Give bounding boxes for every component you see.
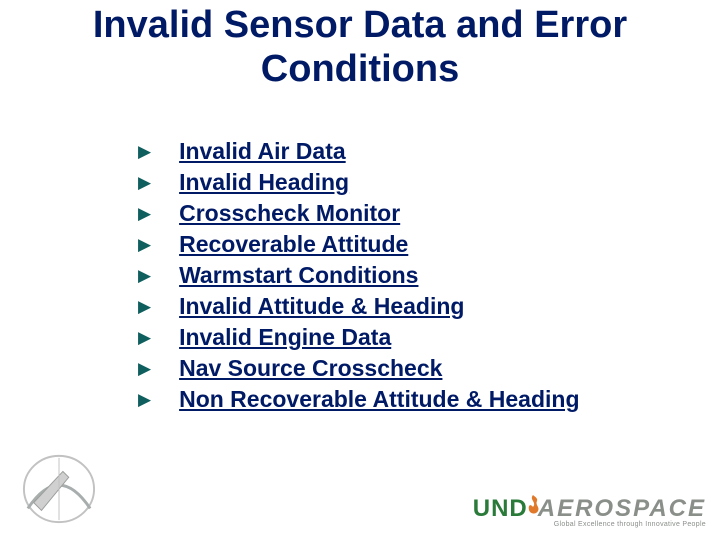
slide-title: Invalid Sensor Data and Error Conditions [0,0,720,91]
triangle-bullet-icon: ▶ [138,173,151,193]
list-item-label: Invalid Engine Data [179,324,391,351]
list-item-label: Invalid Air Data [179,138,346,165]
list-item[interactable]: ▶ Nav Source Crosscheck [138,355,580,382]
list-item-label: Warmstart Conditions [179,262,418,289]
triangle-bullet-icon: ▶ [138,390,151,410]
list-item-label: Crosscheck Monitor [179,200,400,227]
list-item-label: Non Recoverable Attitude & Heading [179,386,579,413]
list-item[interactable]: ▶ Crosscheck Monitor [138,200,580,227]
title-line-1: Invalid Sensor Data and Error [93,4,627,46]
list-item[interactable]: ▶ Non Recoverable Attitude & Heading [138,386,580,413]
list-item[interactable]: ▶ Recoverable Attitude [138,231,580,258]
org-logo-icon [20,452,98,526]
list-item[interactable]: ▶ Invalid Attitude & Heading [138,293,580,320]
triangle-bullet-icon: ▶ [138,297,151,317]
triangle-bullet-icon: ▶ [138,204,151,224]
list-item-label: Recoverable Attitude [179,231,408,258]
triangle-bullet-icon: ▶ [138,142,151,162]
list-item-label: Invalid Attitude & Heading [179,293,464,320]
brand-tagline: Global Excellence through Innovative Peo… [554,521,706,528]
list-item[interactable]: ▶ Invalid Air Data [138,138,580,165]
brand-right: AEROSPACE [538,495,706,523]
slide: Invalid Sensor Data and Error Conditions… [0,0,720,540]
list-item-label: Nav Source Crosscheck [179,355,442,382]
triangle-bullet-icon: ▶ [138,235,151,255]
list-item-label: Invalid Heading [179,169,349,196]
list-item[interactable]: ▶ Invalid Engine Data [138,324,580,351]
und-wordmark: UND AEROSPACE [473,494,706,523]
brand-left: UND [473,495,528,523]
triangle-bullet-icon: ▶ [138,359,151,379]
title-line-2: Conditions [261,48,459,90]
list-item[interactable]: ▶ Invalid Heading [138,169,580,196]
list-item[interactable]: ▶ Warmstart Conditions [138,262,580,289]
topic-list: ▶ Invalid Air Data ▶ Invalid Heading ▶ C… [138,138,580,417]
triangle-bullet-icon: ▶ [138,266,151,286]
triangle-bullet-icon: ▶ [138,328,151,348]
und-aerospace-logo: UND AEROSPACE Global Excellence through … [473,494,706,528]
